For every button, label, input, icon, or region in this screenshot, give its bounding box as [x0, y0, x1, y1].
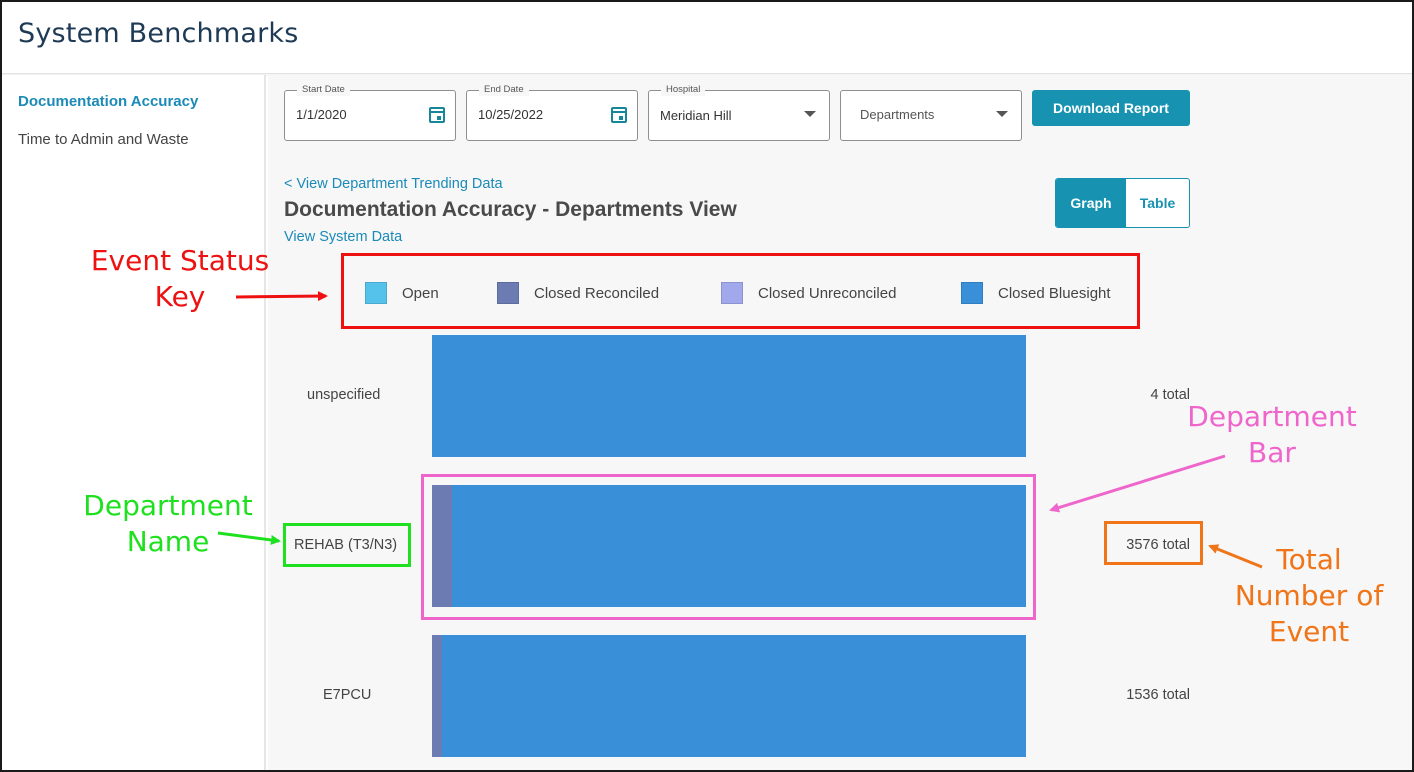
arrow-department-bar	[1049, 454, 1226, 513]
arrow-event-status-key	[235, 291, 328, 302]
annotation-arrows	[217, 291, 1263, 569]
arrow-total-events	[1208, 544, 1263, 569]
arrow-department-name	[217, 531, 281, 545]
